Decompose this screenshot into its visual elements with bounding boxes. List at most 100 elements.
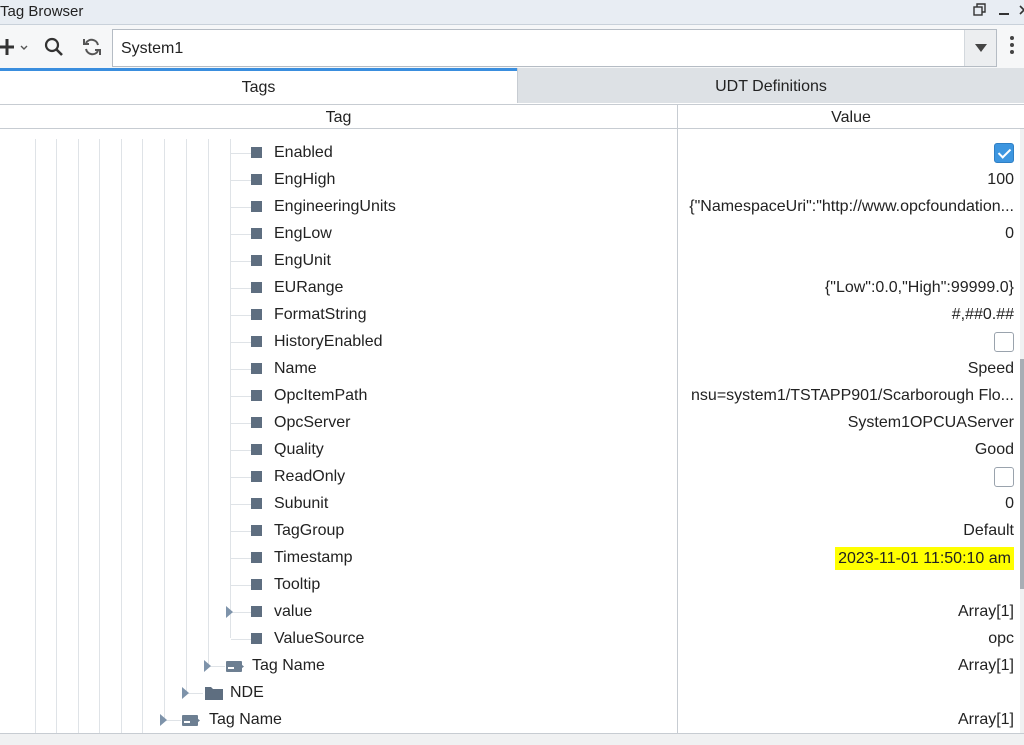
property-value: 0 — [1005, 495, 1014, 512]
tree-row-englow[interactable]: EngLow 0 — [0, 221, 1020, 248]
tree-row-timestamp[interactable]: Timestamp 2023-11-01 11:50:10 am — [0, 545, 1020, 572]
tree-row-taggroup[interactable]: TagGroup Default — [0, 518, 1020, 545]
property-value: Speed — [967, 360, 1014, 377]
tree-row-engineeringunits[interactable]: EngineeringUnits {"NamespaceUri":"http:/… — [0, 194, 1020, 221]
tree-row-tag-name[interactable]: Tag Name Array[1] — [0, 653, 1020, 680]
tag-provider-value: System1 — [121, 40, 184, 57]
column-header-tag[interactable]: Tag — [0, 104, 678, 129]
property-name: EngUnit — [274, 252, 331, 269]
tab-tags[interactable]: Tags — [0, 68, 517, 103]
tree-row-nde[interactable]: NDE — [0, 680, 1020, 707]
property-name: EngHigh — [274, 171, 336, 188]
property-name: HistoryEnabled — [274, 333, 383, 350]
expand-arrow-icon[interactable] — [204, 660, 211, 672]
tree-row-subunit[interactable]: Subunit 0 — [0, 491, 1020, 518]
search-button[interactable] — [42, 33, 66, 61]
bottom-edge — [0, 733, 1024, 745]
property-name: TagGroup — [274, 522, 345, 539]
expand-arrow-icon[interactable] — [182, 687, 189, 699]
property-value: 2023-11-01 11:50:10 am — [835, 547, 1014, 570]
property-name: Timestamp — [274, 549, 353, 566]
property-icon — [251, 228, 262, 239]
property-icon — [251, 498, 262, 509]
property-name: ReadOnly — [274, 468, 346, 485]
property-icon — [251, 417, 262, 428]
property-icon — [251, 255, 262, 266]
history-enabled-checkbox[interactable] — [994, 332, 1014, 352]
tree-row-tag-name-2[interactable]: Tag Name Array[1] — [0, 707, 1020, 733]
property-value: {"Low":0.0,"High":99999.0} — [824, 279, 1014, 296]
enabled-checkbox[interactable] — [994, 143, 1014, 163]
property-name: FormatString — [274, 306, 367, 323]
property-name: EngineeringUnits — [274, 198, 396, 215]
vertical-scrollbar[interactable] — [1020, 129, 1024, 733]
title-bar: Tag Browser — [0, 0, 1024, 25]
add-tag-button[interactable] — [0, 33, 30, 61]
property-icon — [251, 282, 262, 293]
property-icon — [251, 525, 262, 536]
tree-row-formatstring[interactable]: FormatString #,##0.## — [0, 302, 1020, 329]
property-icon — [251, 336, 262, 347]
property-name: Tooltip — [274, 576, 321, 593]
property-name: value — [274, 603, 313, 620]
property-name: Name — [274, 360, 317, 377]
tree-row-quality[interactable]: Quality Good — [0, 437, 1020, 464]
property-name: OpcServer — [274, 414, 351, 431]
expand-arrow-icon[interactable] — [160, 714, 167, 726]
property-name: EURange — [274, 279, 344, 296]
tree-row-opcserver[interactable]: OpcServer System1OPCUAServer — [0, 410, 1020, 437]
property-icon — [251, 174, 262, 185]
tag-icon — [226, 661, 244, 672]
chevron-down-icon[interactable] — [964, 30, 996, 66]
tag-name-label: Tag Name — [252, 657, 325, 674]
tree-row-name[interactable]: Name Speed — [0, 356, 1020, 383]
property-icon — [251, 552, 262, 563]
property-icon — [251, 471, 262, 482]
tree-row-enghigh[interactable]: EngHigh 100 — [0, 167, 1020, 194]
property-icon — [251, 363, 262, 374]
folder-name-label: NDE — [230, 684, 264, 701]
property-icon — [251, 309, 262, 320]
property-value: Default — [963, 522, 1014, 539]
scrollbar-thumb[interactable] — [1020, 359, 1024, 589]
tag-provider-dropdown[interactable]: System1 — [112, 29, 997, 67]
tree-row-enabled[interactable]: Enabled — [0, 140, 1020, 167]
tree-row-opcitempath[interactable]: OpcItemPath nsu=system1/TSTAPP901/Scarbo… — [0, 383, 1020, 410]
property-name: ValueSource — [274, 630, 365, 647]
property-icon — [251, 201, 262, 212]
tree-row-valuesource[interactable]: ValueSource opc — [0, 626, 1020, 653]
property-value: System1OPCUAServer — [847, 414, 1014, 431]
property-icon — [251, 147, 262, 158]
tag-tree: Enabled EngHigh 100 EngineeringUnits {"N… — [0, 129, 1024, 733]
tree-row-readonly[interactable]: ReadOnly — [0, 464, 1020, 491]
property-icon — [251, 606, 262, 617]
restore-icon[interactable] — [970, 2, 990, 22]
property-value: opc — [988, 630, 1014, 647]
tree-row-engunit[interactable]: EngUnit — [0, 248, 1020, 275]
property-value: Array[1] — [957, 603, 1014, 620]
property-value: 100 — [987, 171, 1014, 188]
more-options-icon[interactable] — [1004, 33, 1020, 61]
window-title: Tag Browser — [0, 3, 84, 20]
tree-row-tooltip[interactable]: Tooltip — [0, 572, 1020, 599]
property-icon — [251, 444, 262, 455]
tab-udt-definitions[interactable]: UDT Definitions — [517, 68, 1024, 103]
property-value: {"NamespaceUri":"http://www.opcfoundatio… — [689, 198, 1014, 215]
property-name: Enabled — [274, 144, 333, 161]
tree-row-historyenabled[interactable]: HistoryEnabled — [0, 329, 1020, 356]
property-name: OpcItemPath — [274, 387, 368, 404]
read-only-checkbox[interactable] — [994, 467, 1014, 487]
close-icon[interactable] — [1014, 2, 1024, 22]
refresh-button[interactable] — [80, 33, 104, 61]
property-value: Good — [974, 441, 1014, 458]
column-header-value[interactable]: Value — [678, 104, 1024, 129]
folder-icon — [205, 687, 223, 700]
toolbar: System1 — [0, 25, 1024, 68]
plus-icon — [0, 39, 28, 55]
property-name: Subunit — [274, 495, 329, 512]
tree-row-eurange[interactable]: EURange {"Low":0.0,"High":99999.0} — [0, 275, 1020, 302]
property-value: #,##0.## — [951, 306, 1014, 323]
minimize-icon[interactable] — [994, 2, 1014, 22]
tree-row-value[interactable]: value Array[1] — [0, 599, 1020, 626]
expand-arrow-icon[interactable] — [226, 606, 233, 618]
